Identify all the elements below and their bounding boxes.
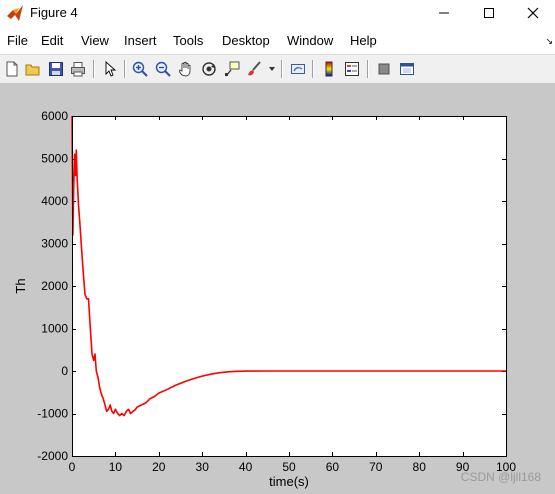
rotate-3d-button[interactable] <box>199 59 219 79</box>
menu-desktop[interactable]: Desktop <box>222 33 270 48</box>
x-axis-label: time(s) <box>269 474 309 489</box>
x-tick-label: 60 <box>326 460 340 474</box>
x-tick-label: 0 <box>69 460 76 474</box>
close-icon <box>527 7 539 19</box>
toolbar-separator <box>124 60 126 78</box>
hide-plot-tools-icon <box>378 63 390 75</box>
toolbar-separator <box>367 60 369 78</box>
x-tick-label: 20 <box>152 460 166 474</box>
window-title: Figure 4 <box>30 5 78 20</box>
menu-file[interactable]: File <box>7 33 28 48</box>
rotate-3d-icon <box>202 62 216 76</box>
insert-colorbar-button[interactable] <box>319 59 339 79</box>
axes-background <box>72 116 506 456</box>
hide-plot-tools-button[interactable] <box>374 59 394 79</box>
chevron-down-icon <box>269 67 275 71</box>
maximize-icon <box>484 8 494 18</box>
menu-bar: File Edit View Insert Tools Desktop Wind… <box>0 30 555 52</box>
x-tick-label: 30 <box>196 460 210 474</box>
show-plot-tools-button[interactable] <box>397 59 417 79</box>
close-button[interactable] <box>511 0 555 26</box>
y-tick-label: 2000 <box>41 279 68 293</box>
insert-colorbar-icon <box>325 61 333 77</box>
pan-button[interactable] <box>176 59 196 79</box>
new-figure-button[interactable] <box>2 59 22 79</box>
brush-dropdown[interactable] <box>262 59 282 79</box>
y-tick-label: 6000 <box>41 109 68 123</box>
edit-plot-button[interactable] <box>100 59 120 79</box>
open-file-icon <box>25 64 40 76</box>
line-plot[interactable]: 0 10 20 30 40 50 60 70 80 90 100-2000-100001000200… <box>0 83 555 494</box>
y-tick-label: 4000 <box>41 194 68 208</box>
show-plot-tools-icon <box>400 63 414 75</box>
data-cursor-icon <box>225 61 240 77</box>
print-icon <box>71 62 85 77</box>
menu-window[interactable]: Window <box>287 33 333 48</box>
y-tick-label: 3000 <box>41 237 68 251</box>
y-tick-label: 1000 <box>41 322 68 336</box>
figure-toolbar <box>0 54 555 84</box>
menu-help[interactable]: Help <box>350 33 377 48</box>
save-icon <box>49 62 63 76</box>
zoom-out-icon <box>155 61 171 77</box>
insert-legend-button[interactable] <box>342 59 362 79</box>
print-button[interactable] <box>68 59 88 79</box>
matlab-logo-icon <box>7 5 23 21</box>
link-plot-icon <box>291 64 305 74</box>
y-axis-label: Th <box>13 278 28 293</box>
x-tick-label: 50 <box>282 460 296 474</box>
minimize-icon <box>439 12 449 14</box>
brush-button[interactable] <box>244 59 264 79</box>
zoom-out-button[interactable] <box>153 59 173 79</box>
x-tick-label: 10 <box>109 460 123 474</box>
menu-insert[interactable]: Insert <box>124 33 157 48</box>
minimize-button[interactable] <box>422 0 466 26</box>
data-cursor-button[interactable] <box>222 59 242 79</box>
x-tick-label: 70 <box>369 460 383 474</box>
toolbar-separator <box>93 60 95 78</box>
y-tick-label: -2000 <box>37 449 68 463</box>
y-tick-label: -1000 <box>37 407 68 421</box>
y-tick-label: 5000 <box>41 152 68 166</box>
toolbar-separator <box>281 60 283 78</box>
insert-legend-icon <box>345 62 359 76</box>
y-tick-label: 0 <box>61 364 68 378</box>
edit-plot-arrow-icon <box>105 61 117 77</box>
open-file-button[interactable] <box>23 59 43 79</box>
toolbar-separator <box>312 60 314 78</box>
title-bar: Figure 4 <box>0 0 555 26</box>
watermark-text: CSDN @ljll168 <box>460 470 541 484</box>
x-tick-label: 40 <box>239 460 253 474</box>
zoom-in-icon <box>132 61 148 77</box>
save-button[interactable] <box>46 59 66 79</box>
zoom-in-button[interactable] <box>130 59 150 79</box>
x-tick-label: 80 <box>413 460 427 474</box>
menu-view[interactable]: View <box>81 33 109 48</box>
brush-icon <box>248 61 261 76</box>
new-figure-icon <box>6 61 18 77</box>
maximize-button[interactable] <box>467 0 511 26</box>
dock-arrow-icon[interactable]: ↘ <box>545 36 553 47</box>
menu-tools[interactable]: Tools <box>173 33 203 48</box>
pan-hand-icon <box>179 61 191 77</box>
menu-edit[interactable]: Edit <box>41 33 63 48</box>
link-plot-button[interactable] <box>288 59 308 79</box>
